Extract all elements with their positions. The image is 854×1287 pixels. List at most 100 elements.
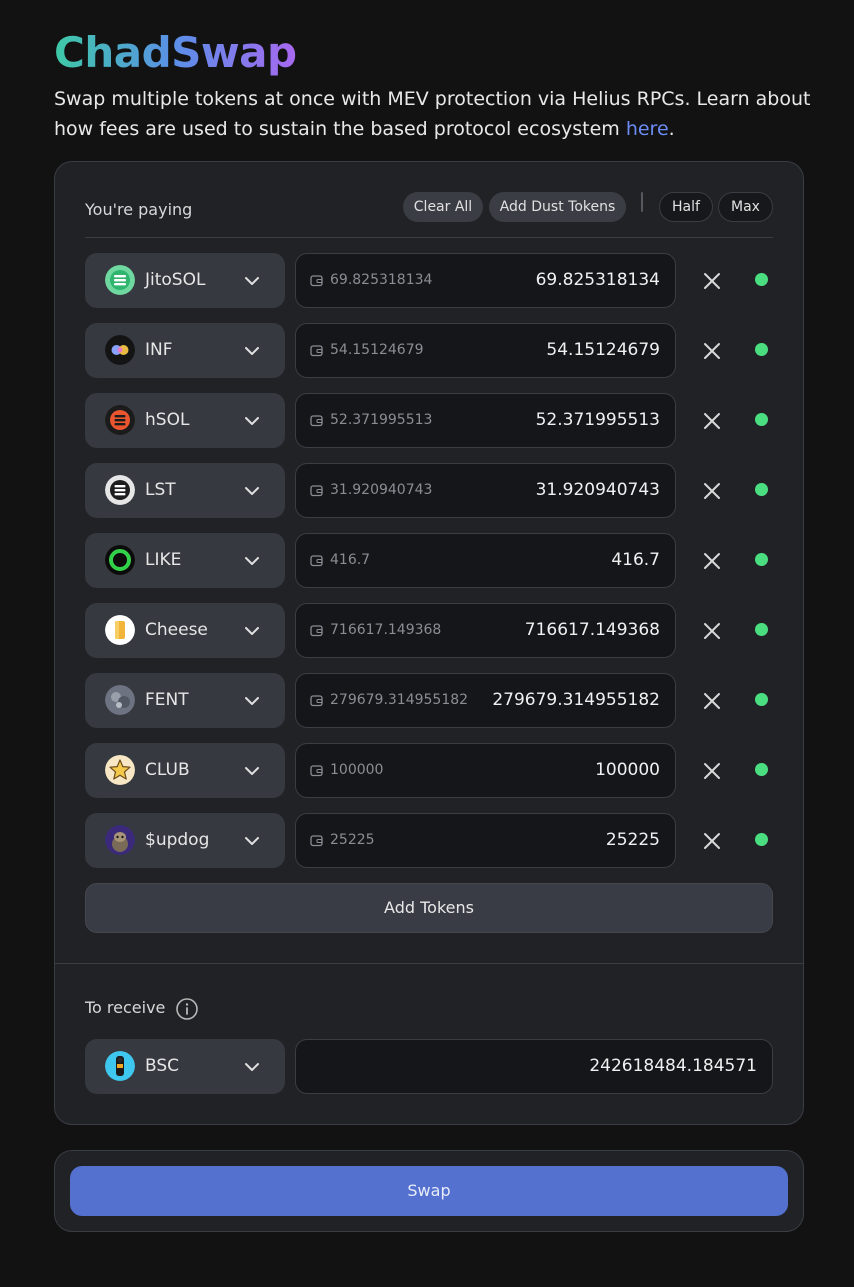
status-dot	[755, 553, 768, 566]
close-icon[interactable]	[702, 341, 722, 361]
token-symbol: LST	[145, 480, 176, 500]
receive-token-symbol: BSC	[145, 1056, 180, 1076]
token-symbol: $updog	[145, 830, 210, 850]
club-icon	[105, 755, 135, 785]
add-tokens-button[interactable]: Add Tokens	[85, 883, 773, 933]
paying-header: You're paying Clear All Add Dust Tokens …	[85, 192, 773, 238]
chevron-down-icon	[245, 697, 259, 705]
chevron-down-icon	[245, 417, 259, 425]
chevron-down-icon	[245, 767, 259, 775]
max-button[interactable]: Max	[718, 192, 773, 222]
receive-amount: 242618484.184571	[589, 1056, 757, 1076]
token-symbol: Cheese	[145, 620, 208, 640]
token-balance[interactable]: 54.15124679	[330, 324, 424, 377]
wallet-icon	[310, 835, 323, 847]
amount-input[interactable]: 25225 25225	[295, 813, 676, 868]
paying-token-row: Cheese 716617.149368 716617.149368	[85, 603, 773, 659]
token-select[interactable]: $updog	[85, 813, 285, 868]
token-balance[interactable]: 279679.314955182	[330, 674, 468, 727]
close-icon[interactable]	[702, 411, 722, 431]
token-amount[interactable]: 69.825318134	[536, 254, 660, 307]
token-balance[interactable]: 31.920940743	[330, 464, 432, 517]
status-dot	[755, 623, 768, 636]
receive-row: BSC 242618484.184571	[85, 1039, 773, 1095]
token-amount[interactable]: 31.920940743	[536, 464, 660, 517]
token-amount[interactable]: 279679.314955182	[492, 674, 660, 727]
token-select[interactable]: INF	[85, 323, 285, 378]
amount-input[interactable]: 52.371995513 52.371995513	[295, 393, 676, 448]
receive-label: To receive	[85, 998, 166, 1017]
paying-token-row: LIKE 416.7 416.7	[85, 533, 773, 589]
app-description: Swap multiple tokens at once with MEV pr…	[54, 88, 811, 140]
token-balance[interactable]: 52.371995513	[330, 394, 432, 447]
add-dust-tokens-button[interactable]: Add Dust Tokens	[489, 192, 626, 222]
fees-info-link[interactable]: here	[626, 118, 669, 140]
chevron-down-icon	[245, 347, 259, 355]
token-symbol: hSOL	[145, 410, 190, 430]
amount-input[interactable]: 31.920940743 31.920940743	[295, 463, 676, 518]
wallet-icon	[310, 555, 323, 567]
chevron-down-icon	[245, 627, 259, 635]
header-divider	[641, 192, 643, 212]
wallet-icon	[310, 625, 323, 637]
swap-button[interactable]: Swap	[70, 1166, 788, 1216]
token-amount[interactable]: 100000	[595, 744, 660, 797]
token-symbol: JitoSOL	[145, 270, 206, 290]
close-icon[interactable]	[702, 271, 722, 291]
close-icon[interactable]	[702, 761, 722, 781]
status-dot	[755, 413, 768, 426]
wallet-icon	[310, 695, 323, 707]
amount-input[interactable]: 279679.314955182 279679.314955182	[295, 673, 676, 728]
receive-amount-field: 242618484.184571	[295, 1039, 773, 1094]
token-amount[interactable]: 716617.149368	[525, 604, 660, 657]
lst-icon	[105, 475, 135, 505]
wallet-icon	[310, 275, 323, 287]
token-balance[interactable]: 416.7	[330, 534, 370, 587]
close-icon[interactable]	[702, 691, 722, 711]
section-divider	[55, 963, 803, 964]
token-amount[interactable]: 54.15124679	[546, 324, 660, 377]
status-dot	[755, 833, 768, 846]
close-icon[interactable]	[702, 621, 722, 641]
cheese-icon	[105, 615, 135, 645]
amount-input[interactable]: 54.15124679 54.15124679	[295, 323, 676, 378]
token-select[interactable]: JitoSOL	[85, 253, 285, 308]
token-select[interactable]: hSOL	[85, 393, 285, 448]
token-select[interactable]: CLUB	[85, 743, 285, 798]
amount-input[interactable]: 100000 100000	[295, 743, 676, 798]
token-select[interactable]: LST	[85, 463, 285, 518]
amount-input[interactable]: 416.7 416.7	[295, 533, 676, 588]
close-icon[interactable]	[702, 551, 722, 571]
paying-token-row: LST 31.920940743 31.920940743	[85, 463, 773, 519]
close-icon[interactable]	[702, 831, 722, 851]
token-select[interactable]: LIKE	[85, 533, 285, 588]
amount-input[interactable]: 69.825318134 69.825318134	[295, 253, 676, 308]
wallet-icon	[310, 345, 323, 357]
token-select[interactable]: Cheese	[85, 603, 285, 658]
wallet-icon	[310, 485, 323, 497]
header-divider-line	[85, 237, 773, 238]
half-button[interactable]: Half	[659, 192, 713, 222]
receive-token-select[interactable]: BSC	[85, 1039, 285, 1094]
token-select[interactable]: FENT	[85, 673, 285, 728]
token-balance[interactable]: 716617.149368	[330, 604, 441, 657]
token-amount[interactable]: 25225	[606, 814, 660, 867]
amount-input[interactable]: 716617.149368 716617.149368	[295, 603, 676, 658]
token-balance[interactable]: 69.825318134	[330, 254, 432, 307]
chevron-down-icon	[245, 837, 259, 845]
info-icon[interactable]	[175, 997, 199, 1021]
token-amount[interactable]: 52.371995513	[536, 394, 660, 447]
token-amount[interactable]: 416.7	[611, 534, 660, 587]
updog-icon	[105, 825, 135, 855]
clear-all-button[interactable]: Clear All	[403, 192, 483, 222]
hsol-icon	[105, 405, 135, 435]
token-balance[interactable]: 25225	[330, 814, 375, 867]
swap-action-card: Swap	[54, 1150, 804, 1232]
status-dot	[755, 763, 768, 776]
close-icon[interactable]	[702, 481, 722, 501]
status-dot	[755, 343, 768, 356]
token-balance[interactable]: 100000	[330, 744, 383, 797]
chevron-down-icon	[245, 1063, 259, 1071]
wallet-icon	[310, 415, 323, 427]
chevron-down-icon	[245, 487, 259, 495]
